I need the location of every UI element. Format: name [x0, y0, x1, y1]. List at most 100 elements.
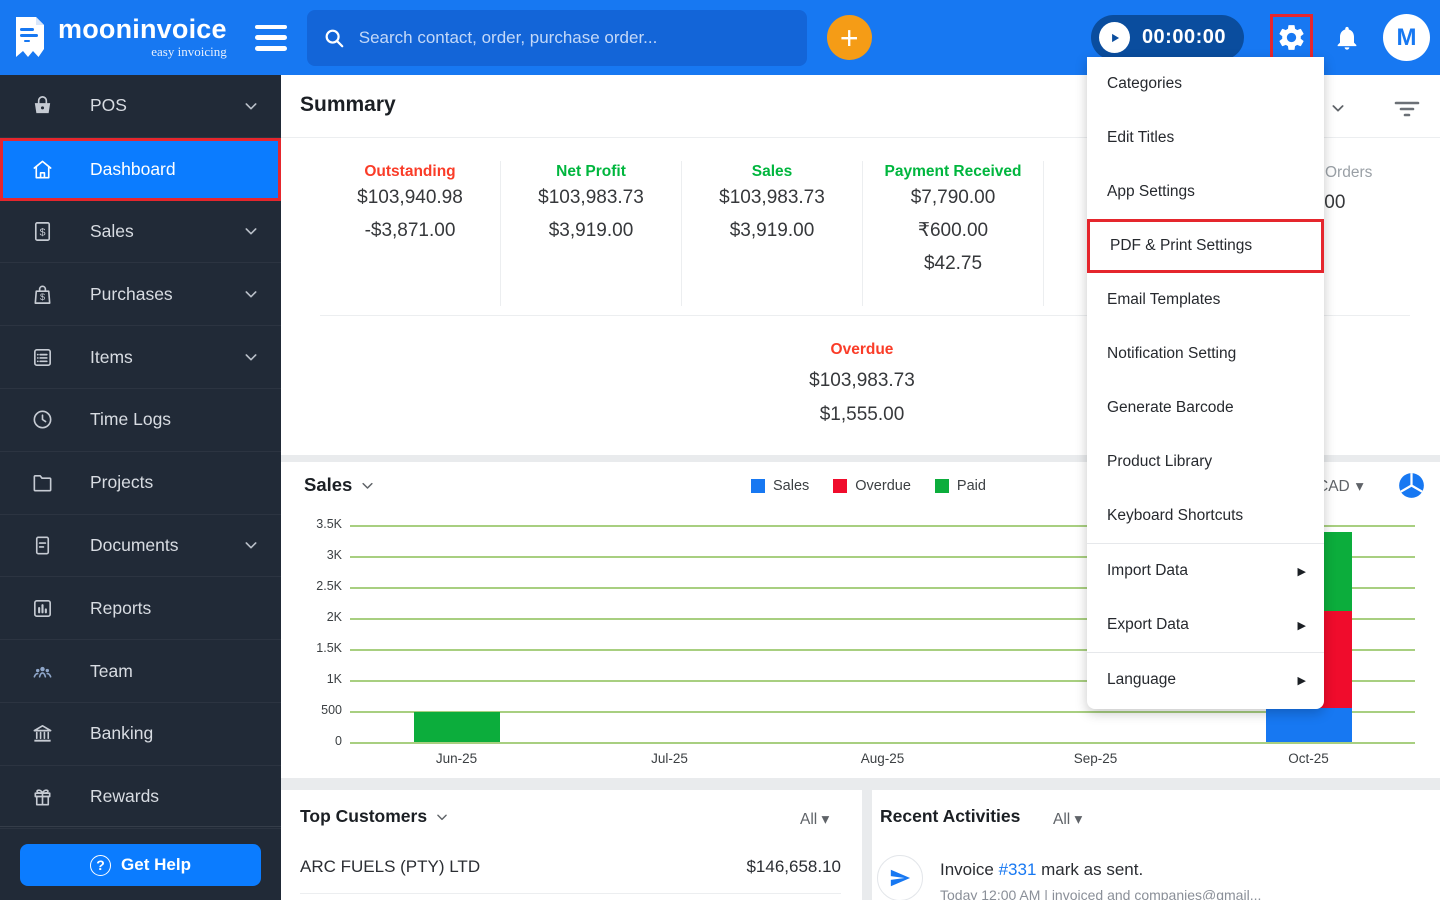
- menu-item-label: Generate Barcode: [1107, 399, 1234, 416]
- customer-name[interactable]: ARC FUELS (PTY) LTD: [300, 857, 480, 877]
- sidebar-item-projects[interactable]: Projects: [0, 452, 281, 515]
- menu-item-categories[interactable]: Categories: [1087, 57, 1324, 111]
- logo-text: mooninvoice easy invoicing: [58, 15, 227, 60]
- y-axis-tick-label: 1K: [326, 672, 342, 686]
- row-divider: [300, 893, 841, 894]
- recent-activities-filter-value: All: [1053, 811, 1071, 828]
- document-icon: [31, 534, 54, 557]
- menu-item-pdf-print-settings[interactable]: PDF & Print Settings: [1087, 219, 1324, 273]
- quick-add-button[interactable]: +: [826, 15, 872, 60]
- summary-stat-net-profit: Net Profit $103,983.73 $3,919.00: [501, 161, 682, 306]
- chevron-down-icon: [243, 537, 259, 553]
- sidebar-toggle-button[interactable]: [254, 24, 289, 51]
- top-customers-title-label: Top Customers: [300, 806, 428, 826]
- sidebar-item-label: Sales: [90, 220, 134, 241]
- sidebar-item-label: POS: [90, 95, 127, 116]
- gear-icon: [1279, 25, 1304, 50]
- play-button[interactable]: [1098, 22, 1130, 53]
- sidebar-item-team[interactable]: Team: [0, 640, 281, 703]
- top-customers-filter[interactable]: All ▾: [800, 810, 829, 829]
- sidebar-item-banking[interactable]: Banking: [0, 703, 281, 766]
- top-customers-filter-value: All: [800, 811, 818, 828]
- activity-avatar: [877, 855, 923, 900]
- menu-item-email-templates[interactable]: Email Templates: [1087, 273, 1324, 327]
- sidebar-item-sales[interactable]: $ Sales: [0, 201, 281, 264]
- menu-item-product-library[interactable]: Product Library: [1087, 435, 1324, 489]
- pie-chart-toggle-button[interactable]: [1398, 472, 1425, 499]
- pie-chart-icon: [1399, 473, 1424, 498]
- sidebar-item-rewards[interactable]: Rewards: [0, 766, 281, 829]
- sidebar-item-label: Items: [90, 346, 133, 367]
- stat-value: ₹600.00: [917, 220, 989, 241]
- overdue-stat: Overdue $103,983.73 $1,555.00: [662, 341, 1062, 432]
- y-axis-tick-label: 2.5K: [316, 579, 342, 593]
- sidebar-item-label: Documents: [90, 534, 179, 555]
- get-help-label: Get Help: [121, 855, 191, 874]
- menu-item-app-settings[interactable]: App Settings: [1087, 165, 1324, 219]
- app-logo[interactable]: mooninvoice easy invoicing: [12, 15, 227, 60]
- activity-text-prefix: Invoice: [940, 860, 999, 879]
- sidebar-item-reports[interactable]: Reports: [0, 577, 281, 641]
- sales-chart-title[interactable]: Sales: [304, 474, 375, 496]
- menu-item-import-data[interactable]: Import Data ▶: [1087, 544, 1324, 598]
- chevron-down-icon: [243, 349, 259, 365]
- sidebar-item-label: Reports: [90, 597, 152, 618]
- menu-item-label: App Settings: [1107, 183, 1195, 200]
- filter-icon: [1394, 101, 1420, 117]
- menu-item-language[interactable]: Language ▶: [1087, 653, 1324, 707]
- hamburger-bar: [254, 24, 287, 29]
- sidebar-item-items[interactable]: Items: [0, 326, 281, 389]
- user-avatar[interactable]: M: [1383, 14, 1430, 61]
- menu-item-edit-titles[interactable]: Edit Titles: [1087, 111, 1324, 165]
- chart-gridline: [350, 711, 1415, 713]
- activity-text-suffix: mark as sent.: [1036, 860, 1144, 879]
- clock-icon: [31, 408, 54, 431]
- time-tracker[interactable]: 00:00:00: [1090, 15, 1244, 60]
- global-search[interactable]: [306, 9, 807, 66]
- orders-stat-label: Orders: [1325, 164, 1373, 181]
- recent-activities-title-label: Recent Activities: [880, 806, 1021, 826]
- y-axis-tick-label: 2K: [326, 610, 342, 624]
- search-icon: [325, 29, 344, 47]
- panel-separator: [862, 790, 872, 900]
- bank-icon: [31, 722, 54, 745]
- y-axis-tick-label: 0: [335, 734, 342, 748]
- bar-chart-icon: [31, 597, 54, 620]
- x-axis-category-label: Jun-25: [435, 751, 478, 766]
- stat-value: $103,983.73: [538, 187, 644, 208]
- bar-segment-paid-jun-25: [413, 712, 500, 742]
- chevron-down-icon: [1332, 105, 1344, 112]
- sidebar-item-label: Banking: [90, 723, 154, 744]
- menu-item-generate-barcode[interactable]: Generate Barcode: [1087, 381, 1324, 435]
- stat-value: $3,919.00: [729, 220, 815, 241]
- sidebar-item-dashboard[interactable]: Dashboard: [0, 137, 281, 201]
- menu-item-label: Product Library: [1107, 453, 1213, 470]
- filter-button[interactable]: [1393, 97, 1421, 121]
- top-customers-title[interactable]: Top Customers: [300, 806, 449, 827]
- sidebar-navigation: POS Dashboard $ Sales $ Purchases Items Time Lo…: [0, 75, 281, 900]
- customer-amount: $146,658.10: [746, 857, 841, 876]
- stat-value: $42.75: [923, 253, 983, 274]
- get-help-button[interactable]: ? Get Help: [20, 844, 261, 886]
- team-icon: [31, 660, 54, 683]
- chevron-down-icon: [362, 482, 373, 489]
- menu-item-keyboard-shortcuts[interactable]: Keyboard Shortcuts: [1087, 489, 1324, 543]
- sidebar-item-time-logs[interactable]: Time Logs: [0, 389, 281, 452]
- menu-item-label: Email Templates: [1107, 291, 1221, 308]
- menu-item-notification-setting[interactable]: Notification Setting: [1087, 327, 1324, 381]
- svg-text:$: $: [40, 226, 46, 238]
- settings-button-highlight-box[interactable]: [1270, 14, 1313, 61]
- sidebar-item-purchases[interactable]: $ Purchases: [0, 263, 281, 327]
- menu-item-label: Language: [1107, 671, 1176, 688]
- notifications-button[interactable]: [1333, 24, 1361, 52]
- summary-stat-outstanding: Outstanding $103,940.98 -$3,871.00: [320, 161, 501, 306]
- recent-activities-filter[interactable]: All ▾: [1053, 810, 1082, 829]
- search-input[interactable]: [358, 27, 791, 48]
- stat-value: $3,919.00: [548, 220, 634, 241]
- section-separator: [281, 778, 1440, 790]
- sidebar-item-pos[interactable]: POS: [0, 75, 281, 138]
- sales-chart-title-label: Sales: [304, 474, 353, 495]
- menu-item-export-data[interactable]: Export Data ▶: [1087, 598, 1324, 652]
- invoice-link[interactable]: #331: [999, 860, 1037, 879]
- sidebar-item-documents[interactable]: Documents: [0, 515, 281, 578]
